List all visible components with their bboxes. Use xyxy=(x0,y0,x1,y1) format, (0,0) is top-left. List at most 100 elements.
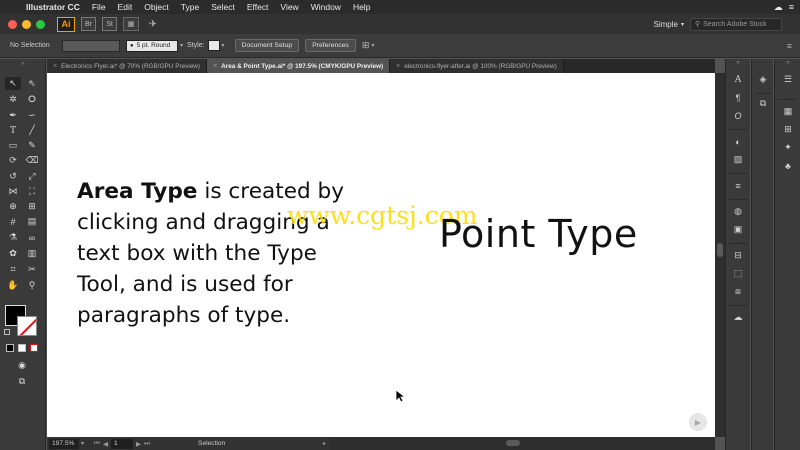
perspective-grid-tool-icon[interactable]: ⊞ xyxy=(24,200,40,213)
pathfinder-panel-icon[interactable]: ⧈ xyxy=(731,285,745,298)
rectangle-tool-icon[interactable]: ▭ xyxy=(5,139,21,152)
panel-menu-icon[interactable]: ≡ xyxy=(787,41,800,51)
fill-stroke-swatches[interactable] xyxy=(62,39,120,52)
current-tool-status[interactable]: Selection xyxy=(198,440,225,447)
lasso-tool-icon[interactable]: ⵔ xyxy=(24,93,40,106)
menu-effect[interactable]: Effect xyxy=(241,2,275,12)
close-tab-icon[interactable]: × xyxy=(53,63,57,70)
creative-cloud-icon[interactable]: ☁ xyxy=(774,2,783,13)
point-type-text[interactable]: Point Type xyxy=(439,212,638,256)
align-panel-icon[interactable]: ⊟ xyxy=(731,249,745,262)
eraser-tool-icon[interactable]: ⌫ xyxy=(24,154,40,167)
gradient-panel-icon[interactable]: ✦ xyxy=(781,141,795,154)
stroke-profile-dropdown[interactable]: ● 5 pt. Round xyxy=(126,39,178,52)
next-artboard-icon[interactable]: ▶ xyxy=(136,440,141,448)
gradient-tool-icon[interactable]: ▤ xyxy=(24,215,40,228)
width-tool-icon[interactable]: ⋈ xyxy=(5,185,21,198)
artboard-number-field[interactable]: 1 xyxy=(111,438,134,449)
stroke-panel-icon[interactable]: ≡ xyxy=(731,179,745,192)
chevron-down-icon[interactable]: ▾ xyxy=(180,42,183,49)
transform-panel-icon[interactable]: ⬚ xyxy=(731,267,745,280)
shaper-tool-icon[interactable]: ⟳ xyxy=(5,154,21,167)
collapse-panels-icon[interactable]: « xyxy=(731,60,745,66)
menu-type[interactable]: Type xyxy=(175,2,205,12)
drawing-modes-icon[interactable]: ◉ xyxy=(14,359,30,372)
first-artboard-icon[interactable]: ⏮ xyxy=(94,440,100,448)
stock-search-input[interactable]: ⚲ Search Adobe Stock xyxy=(690,17,782,31)
line-segment-tool-icon[interactable]: ╱ xyxy=(24,124,40,137)
magic-wand-tool-icon[interactable]: ✲ xyxy=(5,93,21,106)
preferences-button[interactable]: Preferences xyxy=(305,39,356,52)
type-tool-icon[interactable]: T xyxy=(5,124,21,137)
color-mode-white-icon[interactable] xyxy=(18,344,26,352)
eyedropper-tool-icon[interactable]: ⚗ xyxy=(5,231,21,244)
vertical-scrollbar[interactable] xyxy=(715,73,725,437)
chevron-down-icon[interactable]: ▾ xyxy=(222,42,225,49)
zoom-window-icon[interactable] xyxy=(36,19,45,29)
close-tab-icon[interactable]: × xyxy=(396,63,400,70)
last-artboard-icon[interactable]: ⏭ xyxy=(144,440,150,448)
swatches-panel-icon[interactable]: ▦ xyxy=(781,105,795,118)
menubar-menu-icon[interactable]: ≡ xyxy=(789,2,794,12)
curvature-tool-icon[interactable]: ∽ xyxy=(24,109,40,122)
menu-window[interactable]: Window xyxy=(305,2,347,12)
tab-electronics-flyer-after[interactable]: × electronics-flyer-after.ai @ 100% (RGB… xyxy=(390,59,564,73)
arrange-documents-button[interactable]: ▦ xyxy=(123,17,139,31)
cc-libraries-icon[interactable]: ☁ xyxy=(731,311,745,324)
panel-collapse-icon[interactable]: » xyxy=(15,61,31,67)
layers-panel-icon[interactable]: ◈ xyxy=(756,73,770,86)
paintbrush-tool-icon[interactable]: ✎ xyxy=(24,139,40,152)
properties-panel-icon[interactable]: ☰ xyxy=(781,73,795,86)
horizontal-scroll-thumb[interactable] xyxy=(506,440,520,446)
color-mode-black-icon[interactable] xyxy=(6,344,14,352)
shape-builder-tool-icon[interactable]: ⊕ xyxy=(5,200,21,213)
stock-button[interactable]: St xyxy=(102,17,117,31)
menu-help[interactable]: Help xyxy=(347,2,376,12)
scale-tool-icon[interactable]: ⤢ xyxy=(24,170,40,183)
color-guide-icon[interactable]: ▨ xyxy=(731,153,745,166)
default-colors-icon[interactable] xyxy=(4,329,10,335)
previous-artboard-icon[interactable]: ◀ xyxy=(103,440,108,448)
area-type-text-frame[interactable]: Area Type is created by clicking and dra… xyxy=(77,176,397,331)
free-transform-tool-icon[interactable]: ⛶ xyxy=(24,185,40,198)
menu-view[interactable]: View xyxy=(274,2,304,12)
chevron-right-icon[interactable]: ▸ xyxy=(323,440,326,447)
blend-tool-icon[interactable]: ∞ xyxy=(24,231,40,244)
close-tab-icon[interactable]: × xyxy=(213,63,217,70)
chevron-down-icon[interactable]: ▾ xyxy=(371,42,374,49)
stroke-color-swatch[interactable] xyxy=(17,316,37,336)
arrange-icon[interactable]: ⊞ xyxy=(362,40,370,51)
selection-tool-icon[interactable]: ↖ xyxy=(5,77,21,90)
graphic-styles-icon[interactable]: ▣ xyxy=(731,223,745,236)
slice-tool-icon[interactable]: ✂ xyxy=(24,263,40,276)
appearance-panel-icon[interactable]: ◍ xyxy=(731,205,745,218)
direct-selection-tool-icon[interactable]: ⇖ xyxy=(24,77,40,90)
brushes-panel-icon[interactable]: ⊞ xyxy=(781,123,795,136)
zoom-tool-icon[interactable]: ⚲ xyxy=(24,279,40,292)
artboard-canvas[interactable]: Area Type is created by clicking and dra… xyxy=(47,73,715,437)
menu-edit[interactable]: Edit xyxy=(112,2,139,12)
character-panel-icon[interactable]: A xyxy=(731,73,745,86)
graphic-style-swatch[interactable] xyxy=(207,40,220,51)
opentype-panel-icon[interactable]: O xyxy=(731,109,745,122)
chevron-down-icon[interactable]: ▾ xyxy=(81,440,84,447)
artboards-panel-icon[interactable]: ⧉ xyxy=(756,97,770,110)
symbol-sprayer-tool-icon[interactable]: ✿ xyxy=(5,247,21,260)
document-setup-button[interactable]: Document Setup xyxy=(234,39,300,52)
color-mode-none-icon[interactable] xyxy=(30,344,38,352)
color-panel-icon[interactable]: ◐ xyxy=(731,135,745,148)
hand-tool-icon[interactable]: ✋ xyxy=(5,279,21,292)
paragraph-panel-icon[interactable]: ¶ xyxy=(731,91,745,104)
mesh-tool-icon[interactable]: # xyxy=(5,215,21,228)
zoom-level-field[interactable]: 197.5% xyxy=(49,438,79,449)
column-graph-tool-icon[interactable]: ▥ xyxy=(24,247,40,260)
app-menu[interactable]: Illustrator CC xyxy=(20,2,86,12)
tab-electronics-flyer[interactable]: × Electronics Flyer.ai* @ 70% (RGB/GPU P… xyxy=(47,59,208,73)
menu-object[interactable]: Object xyxy=(138,2,175,12)
workspace-switcher[interactable]: Simple ▾ xyxy=(654,20,684,29)
tab-area-point-type[interactable]: × Area & Point Type.ai* @ 197.5% (CMYK/G… xyxy=(207,59,391,73)
vertical-scroll-thumb[interactable] xyxy=(717,243,723,257)
screen-mode-icon[interactable]: ⧉ xyxy=(14,375,30,388)
menu-select[interactable]: Select xyxy=(205,2,241,12)
artboard-tool-icon[interactable]: ⌗ xyxy=(5,263,21,276)
